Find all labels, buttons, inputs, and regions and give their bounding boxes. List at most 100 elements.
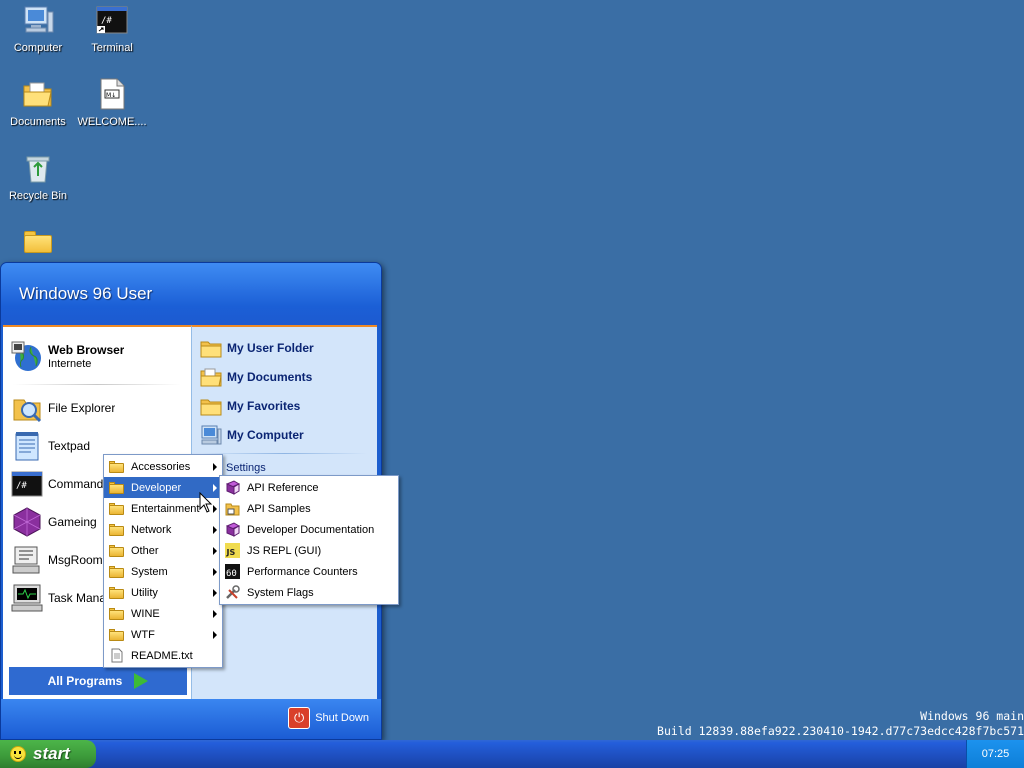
submenu-arrow-icon [213,547,217,555]
desktop-icon-terminal[interactable]: /# Terminal [75,4,149,54]
submenu-arrow-icon [213,526,217,534]
desktop-icon-computer[interactable]: Computer [1,4,75,54]
place-my-computer[interactable]: My Computer [192,420,377,449]
start-menu-header: Windows 96 User [1,263,381,325]
power-icon: ⏻ [288,707,311,729]
place-label: My User Folder [227,340,314,355]
menu-item-utility[interactable]: Utility [104,582,222,603]
desktop-icon-label: Computer [13,42,63,54]
svg-text:/#: /# [16,481,27,491]
svg-text:JS: JS [226,548,236,557]
file-explorer-icon [11,392,43,424]
counter-icon: 60 [225,564,240,579]
program-label: MsgRoom [48,553,103,567]
desktop-icon-label: Recycle Bin [8,190,68,202]
desktop-icon-welcome[interactable]: M↓ WELCOME.... [75,78,149,128]
build-watermark: Windows 96 main Build 12839.88efa922.2304… [657,709,1024,739]
menu-item-js-repl[interactable]: JS JS REPL (GUI) [220,540,398,561]
menu-item-label: Entertainment [131,502,200,515]
folder-icon [109,628,124,641]
computer-icon [22,4,54,36]
menu-item-system-flags[interactable]: System Flags [220,582,398,603]
documents-folder-icon [200,366,222,388]
markdown-file-icon: M↓ [96,78,128,110]
system-tray: 07:25 [966,740,1024,768]
place-my-favorites[interactable]: My Favorites [192,391,377,420]
folder-icon [200,337,222,359]
folder-icon [200,395,222,417]
menu-item-accessories[interactable]: Accessories [104,456,222,477]
left-divider [13,384,181,385]
pinned-web-browser[interactable]: Web Browser Internete [3,333,191,381]
menu-item-system[interactable]: System [104,561,222,582]
gameing-icon [11,506,43,538]
menu-item-wine[interactable]: WINE [104,603,222,624]
msgroom-icon [11,544,43,576]
folder-icon [109,586,124,599]
start-menu-footer: ⏻ Shut Down [1,699,381,739]
submenu-arrow-icon [213,568,217,576]
js-icon: JS [225,543,240,558]
developer-menu: API Reference API Samples Developer Docu… [219,475,399,605]
desktop-icon-label: Terminal [91,42,133,54]
menu-item-label: README.txt [131,649,193,662]
svg-text:/#: /# [101,16,112,26]
menu-item-api-reference[interactable]: API Reference [220,477,398,498]
menu-item-network[interactable]: Network [104,519,222,540]
tools-icon [225,585,240,600]
menu-item-label: WTF [131,628,155,641]
submenu-arrow-icon [213,610,217,618]
program-label: Gameing [48,515,97,529]
pinned-subtitle: Internete [48,357,92,370]
svg-text:M↓: M↓ [106,92,116,99]
submenu-arrow-icon [213,589,217,597]
shutdown-button[interactable]: ⏻ Shut Down [288,707,369,729]
submenu-arrow-icon [213,484,217,492]
desktop-icon-label: Documents [10,116,66,128]
shutdown-label: Shut Down [315,712,369,724]
submenu-arrow-icon [213,463,217,471]
desktop-icon-recycle-bin[interactable]: Recycle Bin [1,152,75,202]
menu-item-label: Other [131,544,159,557]
menu-item-readme[interactable]: README.txt [104,645,222,666]
place-label: My Favorites [227,398,301,413]
menu-item-performance-counters[interactable]: 60 Performance Counters [220,561,398,582]
samples-folder-icon [225,501,240,516]
menu-item-label: API Reference [247,481,319,494]
folder-icon [109,607,124,620]
book-icon [225,480,241,495]
computer-icon [200,424,222,446]
start-button[interactable]: start [0,740,96,768]
terminal-icon: /# [96,4,128,36]
textpad-icon [11,430,43,462]
program-label: Textpad [48,439,91,453]
menu-item-wtf[interactable]: WTF [104,624,222,645]
folder-icon [22,231,54,263]
programs-menu: Accessories Developer Entertainment Netw… [103,454,223,668]
menu-item-api-samples[interactable]: API Samples [220,498,398,519]
taskbar: start 07:25 [0,740,1024,768]
globe-icon [11,341,43,373]
watermark-line-2: Build 12839.88efa922.230410-1942.d77c73e… [657,724,1024,738]
menu-item-label: Network [131,523,172,536]
place-my-user-folder[interactable]: My User Folder [192,333,377,362]
places-divider [202,453,367,454]
menu-item-other[interactable]: Other [104,540,222,561]
folder-icon [109,502,124,515]
clock[interactable]: 07:25 [982,748,1010,760]
menu-item-developer-documentation[interactable]: Developer Documentation [220,519,398,540]
place-my-documents[interactable]: My Documents [192,362,377,391]
book-icon [225,522,241,537]
submenu-arrow-icon [213,631,217,639]
folder-icon [109,460,124,473]
all-programs-button[interactable]: All Programs [9,667,187,695]
desktop-icon-label: WELCOME.... [77,116,147,128]
menu-item-label: Developer [131,481,182,494]
desktop-icon-documents[interactable]: Documents [1,78,75,128]
all-programs-label: All Programs [47,674,123,688]
submenu-arrow-icon [213,505,217,513]
place-label: My Computer [227,427,304,442]
program-file-explorer[interactable]: File Explorer [3,389,191,427]
task-manager-icon [11,582,43,614]
folder-icon [109,565,124,578]
